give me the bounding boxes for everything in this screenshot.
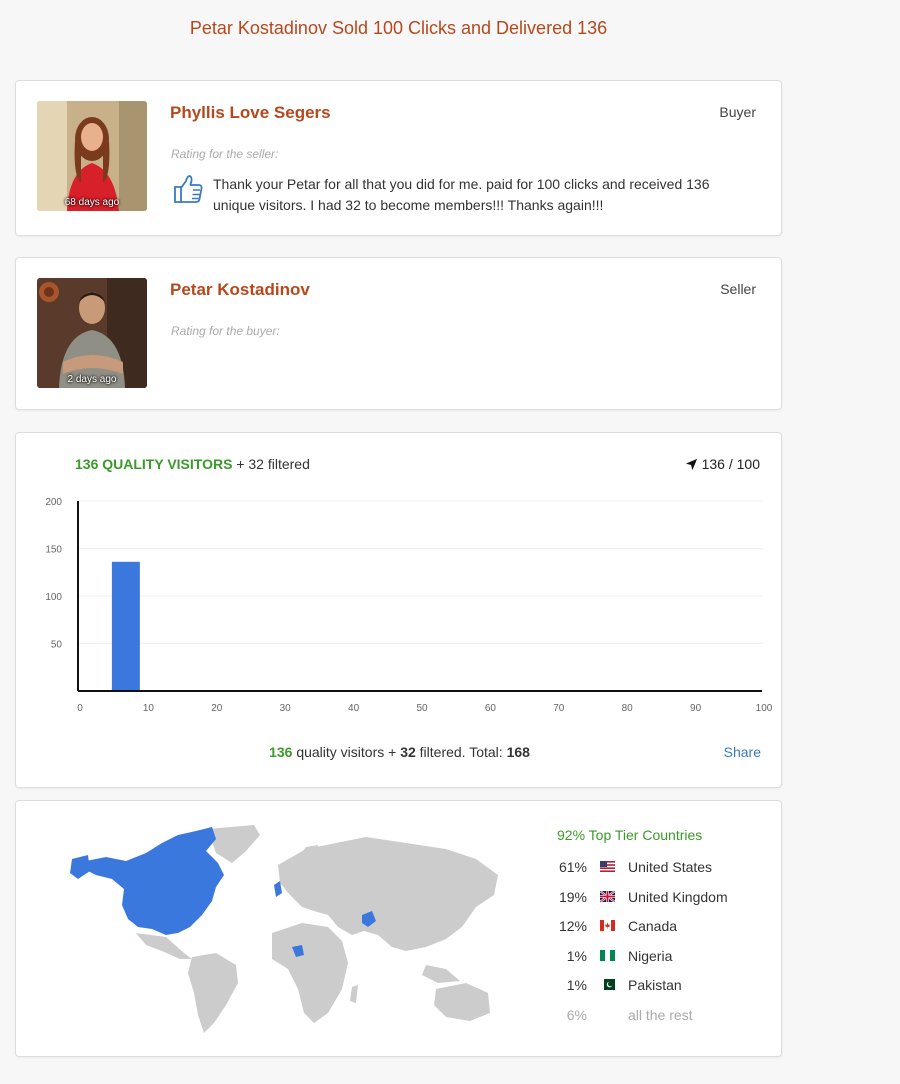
buyer-name[interactable]: Phyllis Love Segers (170, 103, 331, 123)
seller-days-ago: 2 days ago (67, 374, 117, 385)
buyer-days-ago: 68 days ago (64, 197, 120, 208)
country-name: United States (628, 859, 713, 875)
buyer-avatar[interactable]: 68 days ago (37, 101, 147, 211)
us-flag-icon (600, 861, 615, 872)
buyer-role: Buyer (719, 104, 756, 120)
seller-name[interactable]: Petar Kostadinov (170, 280, 310, 300)
y-tick-label: 50 (51, 640, 63, 651)
visitors-card: 136 QUALITY VISITORS + 32 filtered 136 /… (15, 432, 782, 788)
top-tier-title: 92% Top Tier Countries (557, 827, 703, 843)
y-tick-label: 100 (45, 592, 62, 603)
x-tick-label: 0 (77, 703, 83, 714)
seller-review-card: 2 days ago Petar Kostadinov Seller Ratin… (15, 257, 782, 410)
country-row: 19% United Kingdom (536, 889, 776, 909)
visitors-chart: 50 100 150 200 0 10 20 30 40 50 60 70 80 90 100 (45, 497, 773, 714)
x-tick-label: 30 (280, 703, 292, 714)
buyer-review-card: 68 days ago Phyllis Love Segers Buyer Ra… (15, 80, 782, 236)
summary-quality-count: 136 (269, 744, 293, 760)
page-title: Petar Kostadinov Sold 100 Clicks and Del… (189, 18, 608, 38)
summary-filtered-count: 32 (400, 744, 416, 760)
x-tick-label: 50 (416, 703, 428, 714)
x-tick-label: 90 (690, 703, 702, 714)
seller-role: Seller (720, 281, 756, 297)
canada-flag-icon (600, 920, 615, 931)
countries-card: 92% Top Tier Countries 61% United States 1… (15, 800, 782, 1057)
x-tick-label: 10 (143, 703, 155, 714)
nigeria-flag-icon (600, 949, 615, 961)
country-name: Canada (628, 918, 678, 934)
country-percent: 12% (558, 918, 587, 934)
rating-for-buyer-label: Rating for the buyer: (171, 324, 280, 338)
visitors-summary: 136 quality visitors + 32 filtered. Tota… (16, 744, 783, 760)
x-tick-label: 40 (348, 703, 360, 714)
x-tick-label: 80 (622, 703, 634, 714)
x-tick-label: 70 (553, 703, 565, 714)
rest-percent: 6% (566, 1006, 587, 1023)
country-percent: 1% (566, 977, 587, 993)
buyer-comment: Thank your Petar for all that you did fo… (213, 176, 710, 213)
share-link[interactable]: Share (724, 744, 761, 760)
summary-total: 168 (506, 744, 530, 760)
x-tick-label: 20 (211, 703, 223, 714)
buyer-photo (37, 101, 147, 211)
summary-text-2: filtered. Total: (419, 744, 503, 760)
country-name: Nigeria (628, 947, 673, 964)
y-tick-label: 150 (45, 545, 62, 556)
summary-text-1: quality visitors + (296, 744, 397, 760)
thumbs-up-icon (174, 175, 203, 203)
seller-avatar[interactable]: 2 days ago (37, 278, 147, 388)
country-row: 12% Canada (536, 918, 776, 938)
country-name: Pakistan (628, 977, 682, 993)
uk-flag-icon (600, 890, 615, 902)
country-row: 61% United States (536, 859, 776, 879)
chart-bar (111, 561, 140, 691)
pakistan-flag-icon (600, 979, 615, 990)
country-percent: 1% (566, 947, 587, 964)
rest-label: all the rest (628, 1006, 693, 1023)
country-percent: 19% (558, 888, 587, 905)
x-tick-label: 100 (756, 703, 773, 714)
country-name: United Kingdom (628, 888, 728, 905)
seller-photo (37, 278, 147, 388)
y-tick-label: 200 (45, 497, 62, 508)
world-map (70, 825, 498, 1033)
country-row-rest: 6% all the rest (536, 1007, 776, 1027)
country-percent: 61% (558, 859, 587, 875)
country-row: 1% Nigeria (536, 948, 776, 968)
rating-for-seller-label: Rating for the seller: (171, 147, 279, 161)
x-tick-label: 60 (485, 703, 497, 714)
country-row: 1% Pakistan (536, 977, 776, 997)
